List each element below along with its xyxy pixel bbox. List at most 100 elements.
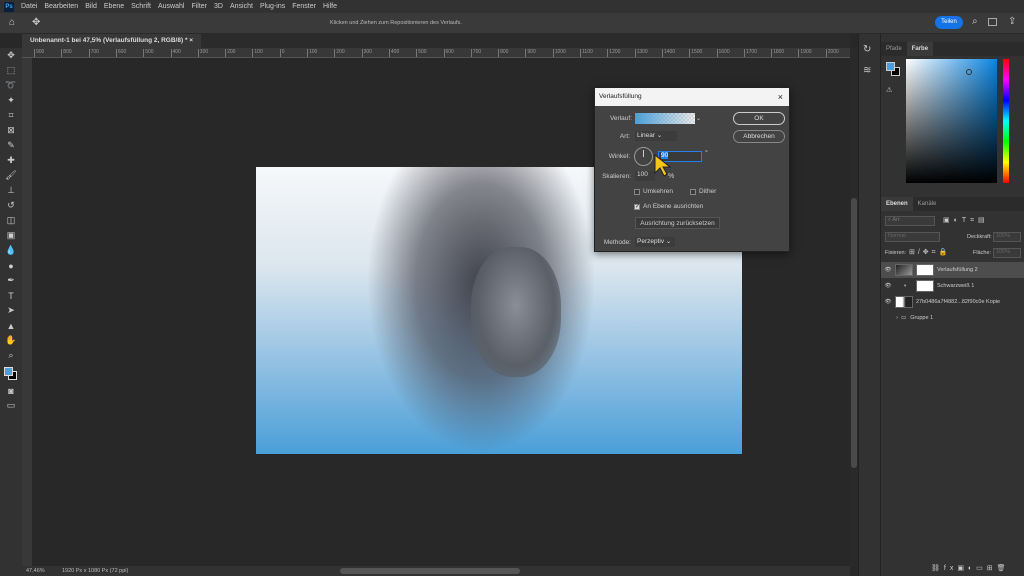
- move-tool-icon[interactable]: ✥: [32, 17, 40, 28]
- menu-datei[interactable]: Datei: [21, 3, 37, 10]
- color-swatches[interactable]: [0, 363, 22, 383]
- visibility-eye-icon[interactable]: 👁: [881, 267, 895, 273]
- layer-row[interactable]: › ▭ Gruppe 1: [881, 310, 1024, 326]
- history-brush-icon[interactable]: ↺: [0, 198, 22, 213]
- right-panel: Pfade Farbe ⚠ Ebenen Kanäle ⌕ Art ▣◐T⌗▤ …: [880, 34, 1024, 576]
- expand-chevron-icon[interactable]: ›: [881, 315, 901, 321]
- zoom-level[interactable]: 47,46%: [26, 566, 45, 576]
- quick-mask-icon[interactable]: ◙: [0, 383, 22, 398]
- stamp-icon[interactable]: ⊥: [0, 183, 22, 198]
- method-select[interactable]: Perzeptiv ⌄: [635, 237, 675, 247]
- ruler-tick-label: 1900: [798, 49, 812, 57]
- menu-3d[interactable]: 3D: [214, 3, 223, 10]
- hand-icon[interactable]: ✋: [0, 333, 22, 348]
- marquee-icon[interactable]: ⬚: [0, 63, 22, 78]
- menu-ebene[interactable]: Ebene: [104, 3, 124, 10]
- ruler-tick-label: 100: [307, 49, 317, 57]
- layer-panel-footer-icons[interactable]: ⛓fx▣◐▭⊞🗑: [931, 564, 1010, 572]
- layer-row[interactable]: 👁 Verlaufsfüllung 2: [881, 262, 1024, 278]
- tab-ebenen[interactable]: Ebenen: [881, 197, 913, 211]
- folder-icon: ▭: [901, 315, 907, 321]
- foreground-color[interactable]: [4, 367, 13, 376]
- eraser-icon[interactable]: ◫: [0, 213, 22, 228]
- share-export-icon[interactable]: ⇪: [1008, 16, 1016, 27]
- reset-alignment-button[interactable]: Ausrichtung zurücksetzen: [635, 217, 720, 229]
- style-select[interactable]: Linear ⌄: [635, 131, 677, 141]
- workspace-icon[interactable]: [988, 18, 997, 26]
- tab-pfade[interactable]: Pfade: [881, 42, 907, 56]
- dither-checkbox[interactable]: [690, 189, 696, 195]
- horizontal-scrollbar[interactable]: [340, 568, 520, 574]
- path-select-icon[interactable]: ➤: [0, 303, 22, 318]
- healing-icon[interactable]: ✚: [0, 153, 22, 168]
- ruler-tick-label: 0: [279, 49, 284, 57]
- search-icon[interactable]: ⌕: [972, 16, 978, 27]
- visibility-eye-icon[interactable]: 👁: [881, 299, 895, 305]
- cancel-button[interactable]: Abbrechen: [733, 130, 785, 143]
- close-tab-icon[interactable]: ×: [189, 37, 193, 44]
- ruler-tick-label: 1500: [689, 49, 702, 57]
- gradient-dropdown-icon[interactable]: ⌄: [696, 115, 701, 122]
- magic-wand-icon[interactable]: ✦: [0, 93, 22, 108]
- fill-input[interactable]: 100%: [993, 248, 1021, 258]
- layer-row[interactable]: 👁 ◐ Schwarzweiß 1: [881, 278, 1024, 294]
- tab-kanaele[interactable]: Kanäle: [913, 197, 942, 211]
- eyedropper-icon[interactable]: ✎: [0, 138, 22, 153]
- ruler-tick-label: 2000: [825, 49, 839, 57]
- screen-mode-icon[interactable]: ▭: [0, 398, 22, 413]
- reverse-checkbox[interactable]: [634, 189, 640, 195]
- zoom-icon[interactable]: ⌕: [0, 348, 22, 363]
- angle-dial[interactable]: [634, 147, 653, 166]
- history-icon[interactable]: ↻: [863, 44, 876, 55]
- menu-fenster[interactable]: Fenster: [292, 3, 316, 10]
- frame-icon[interactable]: ⊠: [0, 123, 22, 138]
- document-tabs: Unbenannt-1 bei 47,5% (Verlaufsfüllung 2…: [22, 34, 850, 48]
- share-button[interactable]: Teilen: [935, 16, 963, 29]
- vertical-scrollbar[interactable]: [850, 48, 858, 566]
- fill-label: Fläche:: [973, 250, 992, 256]
- menu-plugins[interactable]: Plug-ins: [260, 3, 285, 10]
- gamut-warning-icon[interactable]: ⚠: [886, 86, 892, 94]
- hint-text: Klicken und Ziehen zum Repositionieren d…: [330, 20, 462, 26]
- shape-icon[interactable]: ▲: [0, 318, 22, 333]
- menu-bearbeiten[interactable]: Bearbeiten: [44, 3, 78, 10]
- pen-icon[interactable]: ✒: [0, 273, 22, 288]
- opacity-input[interactable]: 100%: [993, 232, 1021, 242]
- color-picker-marker[interactable]: [966, 69, 972, 75]
- layers-stack-icon[interactable]: ≋: [863, 65, 876, 76]
- hue-slider[interactable]: [1003, 59, 1009, 183]
- lasso-icon[interactable]: ➰: [0, 78, 22, 93]
- scrollbar-thumb[interactable]: [851, 198, 857, 468]
- lock-icons[interactable]: ⊞/✥⌗🔒: [909, 248, 950, 257]
- blur-icon[interactable]: 💧: [0, 243, 22, 258]
- menu-ansicht[interactable]: Ansicht: [230, 3, 253, 10]
- document-tab[interactable]: Unbenannt-1 bei 47,5% (Verlaufsfüllung 2…: [22, 34, 202, 48]
- menu-schrift[interactable]: Schrift: [131, 3, 151, 10]
- layer-filter-input[interactable]: ⌕ Art: [885, 216, 935, 226]
- layer-filter-icons[interactable]: ▣◐T⌗▤: [943, 216, 989, 225]
- scale-input[interactable]: 100: [635, 171, 655, 181]
- gradient-preview[interactable]: [635, 113, 695, 124]
- brush-icon[interactable]: 🖌: [0, 168, 22, 183]
- visibility-eye-icon[interactable]: 👁: [881, 283, 895, 289]
- layer-row[interactable]: 👁 27b0486a7f4882...82f90c0e Kopie: [881, 294, 1024, 310]
- home-icon[interactable]: ⌂: [9, 17, 15, 28]
- style-value: Linear: [637, 132, 656, 139]
- color-foreground-swatch[interactable]: [886, 62, 895, 71]
- menu-auswahl[interactable]: Auswahl: [158, 3, 184, 10]
- align-checkbox[interactable]: ✓: [634, 204, 640, 210]
- blend-mode-select[interactable]: Normal: [885, 232, 940, 242]
- menu-hilfe[interactable]: Hilfe: [323, 3, 337, 10]
- color-picker-field[interactable]: [906, 59, 997, 183]
- tab-farbe[interactable]: Farbe: [906, 42, 934, 56]
- ok-button[interactable]: OK: [733, 112, 785, 125]
- close-icon[interactable]: ×: [778, 88, 783, 106]
- menu-bild[interactable]: Bild: [85, 3, 97, 10]
- crop-icon[interactable]: ⌗: [0, 108, 22, 123]
- move-icon[interactable]: ✥: [0, 48, 22, 63]
- menu-filter[interactable]: Filter: [191, 3, 207, 10]
- dodge-icon[interactable]: ●: [0, 258, 22, 273]
- type-icon[interactable]: T: [0, 288, 22, 303]
- gradient-icon[interactable]: ▣: [0, 228, 22, 243]
- ruler-tick-label: 900: [525, 49, 536, 57]
